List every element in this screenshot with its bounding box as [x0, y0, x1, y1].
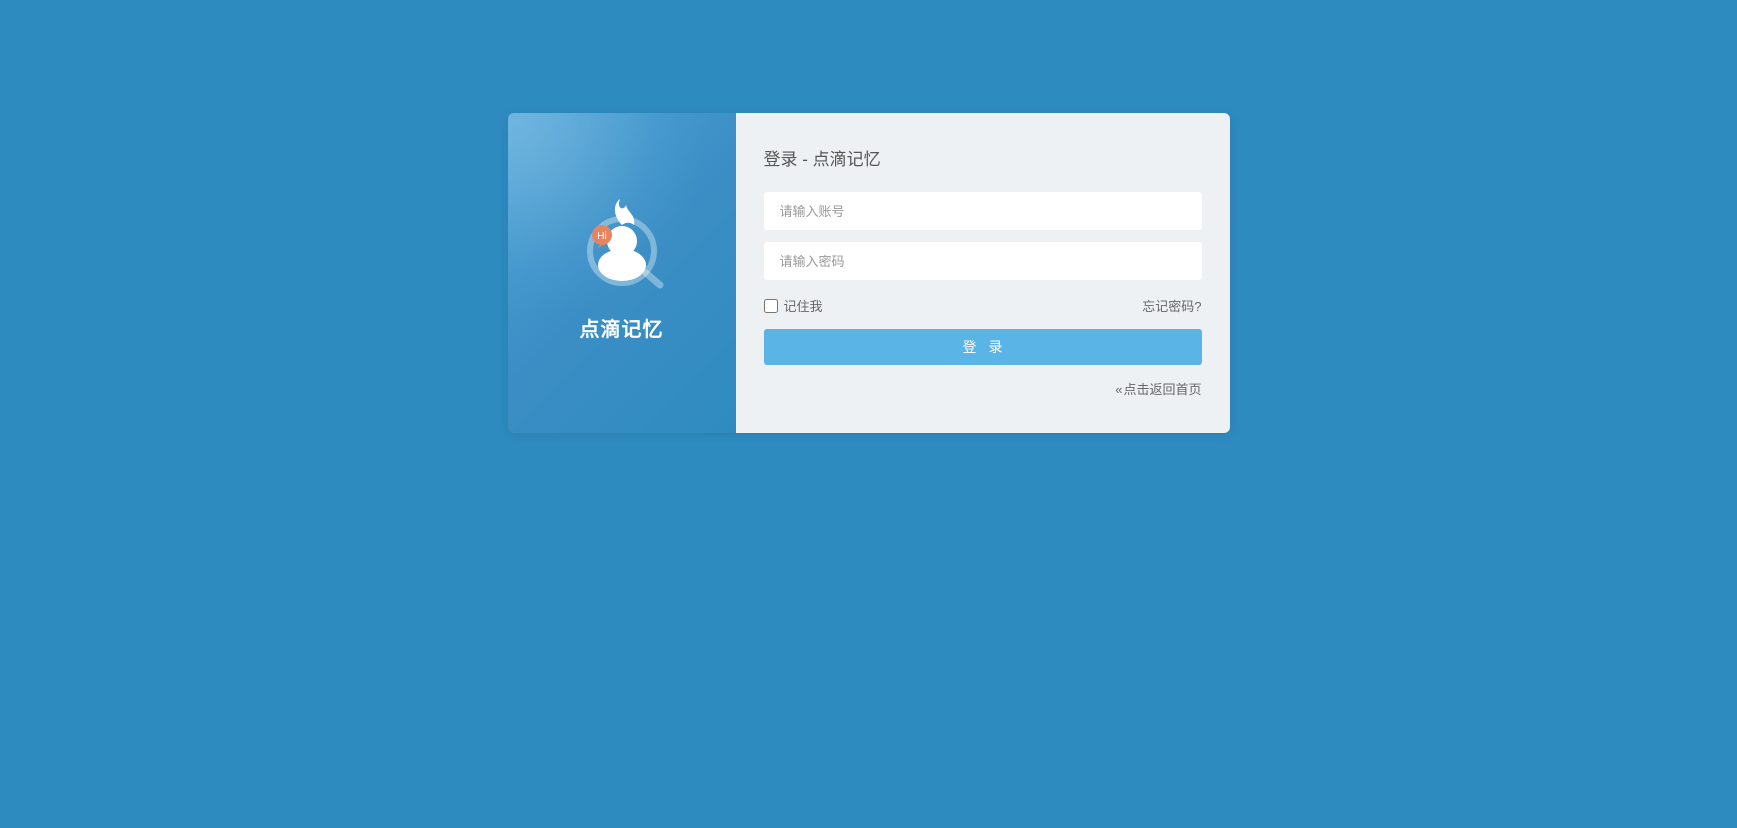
remember-me-wrap[interactable]: 记住我 — [764, 296, 823, 315]
forgot-password-link[interactable]: 忘记密码? — [1142, 296, 1201, 315]
logo-wrap: Hi 点滴记忆 — [572, 195, 672, 342]
username-input[interactable] — [764, 192, 1202, 230]
remember-me-label: 记住我 — [784, 296, 823, 315]
brand-panel: Hi 点滴记忆 — [508, 113, 736, 433]
chevron-left-double-icon: « — [1115, 382, 1122, 397]
password-input[interactable] — [764, 242, 1202, 280]
back-link-row: «点击返回首页 — [764, 379, 1202, 398]
back-home-link[interactable]: «点击返回首页 — [1115, 382, 1201, 397]
panel-title: 登录 - 点滴记忆 — [764, 145, 1202, 170]
brand-logo-icon: Hi — [572, 195, 672, 295]
back-home-label: 点击返回首页 — [1123, 382, 1201, 397]
remember-me-checkbox[interactable] — [764, 299, 778, 313]
brand-name: 点滴记忆 — [580, 313, 664, 342]
login-button[interactable]: 登录 — [764, 329, 1202, 365]
login-container: Hi 点滴记忆 登录 - 点滴记忆 记住我 忘记密码? 登录 «点击返回首页 — [508, 113, 1230, 433]
form-panel: 登录 - 点滴记忆 记住我 忘记密码? 登录 «点击返回首页 — [736, 113, 1230, 433]
options-row: 记住我 忘记密码? — [764, 296, 1202, 315]
hi-badge-text: Hi — [597, 231, 606, 242]
